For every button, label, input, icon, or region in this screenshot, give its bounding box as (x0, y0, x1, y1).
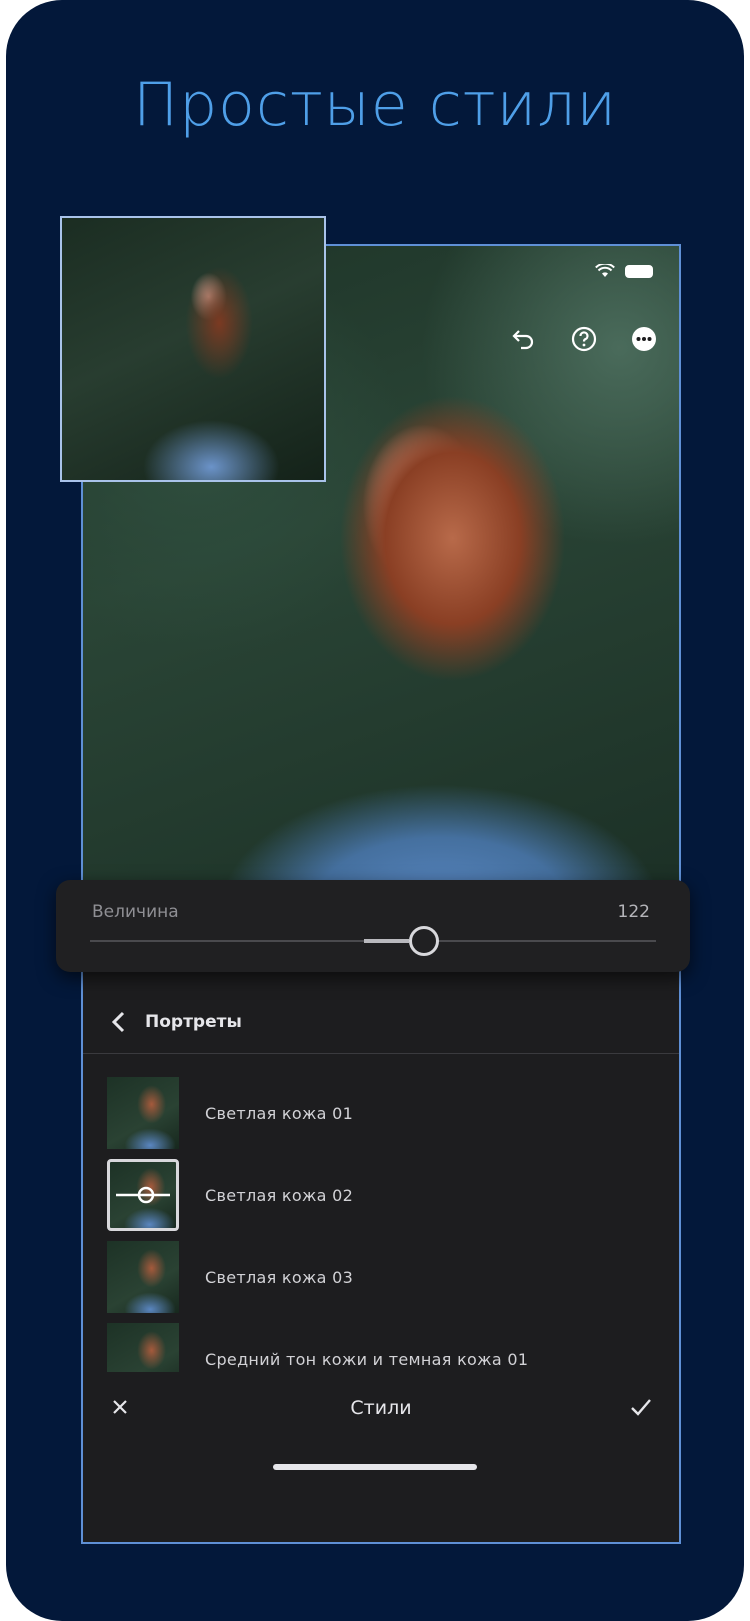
wifi-icon (595, 264, 615, 277)
style-list: Светлая кожа 01 Светлая кожа 02 Светлая … (83, 1072, 679, 1372)
style-thumbnail (107, 1323, 179, 1372)
style-thumbnail (107, 1241, 179, 1313)
list-title: Портреты (145, 1011, 242, 1032)
list-header: Портреты (83, 990, 679, 1054)
slider-fill (363, 939, 409, 943)
slider-value: 122 (617, 902, 650, 922)
style-item[interactable]: Светлая кожа 03 (83, 1236, 679, 1318)
style-item[interactable]: Средний тон кожи и темная кожа 01 (83, 1318, 679, 1372)
home-indicator (273, 1464, 477, 1470)
slider-adjust-icon (116, 1186, 170, 1204)
amount-slider-panel: Величина 122 (56, 880, 690, 972)
before-photo-inset (60, 216, 326, 482)
close-icon[interactable] (109, 1396, 131, 1418)
top-toolbar (509, 324, 659, 354)
style-item-label: Светлая кожа 02 (205, 1185, 354, 1205)
help-icon (571, 326, 597, 352)
slider-thumb[interactable] (408, 926, 439, 956)
style-item-selected[interactable]: Светлая кожа 02 (83, 1154, 679, 1236)
undo-icon (512, 330, 534, 350)
style-item-label: Средний тон кожи и темная кожа 01 (205, 1349, 529, 1369)
style-thumbnail (107, 1077, 179, 1149)
status-bar (595, 264, 653, 278)
bottom-bar-title: Стили (350, 1397, 412, 1419)
promo-headline: Простые стили (132, 70, 618, 140)
back-chevron-icon[interactable] (109, 1010, 129, 1034)
more-icon (632, 327, 656, 351)
style-thumbnail (107, 1159, 179, 1231)
checkmark-icon[interactable] (629, 1396, 653, 1418)
slider-label: Величина (92, 902, 179, 922)
more-button[interactable] (629, 324, 659, 354)
style-item-label: Светлая кожа 01 (205, 1103, 354, 1123)
promo-card: Простые стили Портреты Светлая кожа 01 С… (6, 0, 744, 1621)
bottom-bar: Стили (83, 1376, 679, 1440)
style-item[interactable]: Светлая кожа 01 (83, 1072, 679, 1154)
style-item-label: Светлая кожа 03 (205, 1267, 354, 1287)
help-button[interactable] (569, 324, 599, 354)
battery-icon (625, 264, 653, 278)
undo-button[interactable] (509, 324, 539, 354)
